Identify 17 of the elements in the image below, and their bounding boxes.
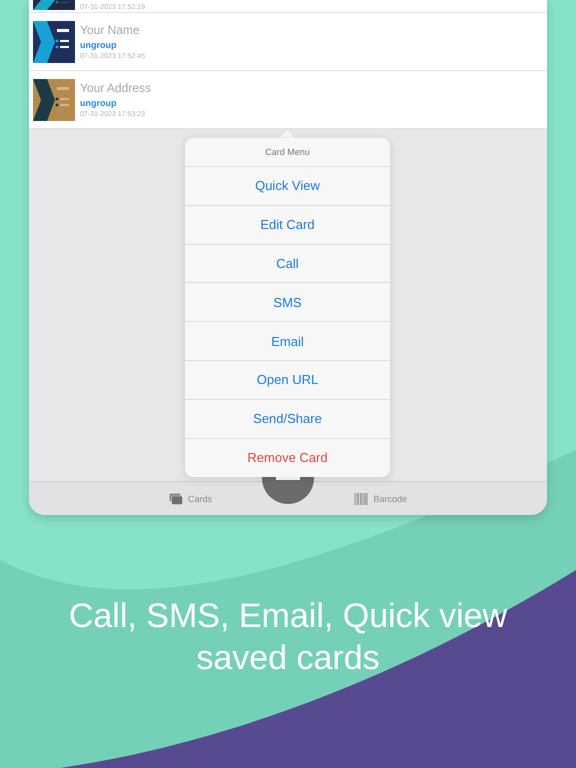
- menu-item[interactable]: SMS: [185, 283, 390, 322]
- card-group: ungroup: [80, 40, 145, 50]
- menu-item[interactable]: Remove Card: [185, 438, 390, 478]
- menu-item[interactable]: Send/Share: [185, 400, 390, 439]
- card-name: Your Address: [80, 81, 151, 95]
- menu-item[interactable]: Quick View: [185, 167, 390, 206]
- menu-item[interactable]: Open URL: [185, 360, 390, 400]
- menu-item[interactable]: Email: [185, 322, 390, 361]
- cards-icon: [169, 492, 183, 504]
- tab-item[interactable]: Barcode: [354, 492, 407, 504]
- menu-title: Card Menu: [185, 138, 390, 167]
- tab-item[interactable]: Cards: [169, 492, 212, 504]
- barcode-icon: [354, 492, 368, 504]
- card-name: Your Name: [80, 23, 141, 37]
- menu-item[interactable]: Edit Card: [185, 206, 390, 245]
- menu-item[interactable]: Call: [185, 244, 390, 284]
- card-group: ungroup: [80, 98, 151, 108]
